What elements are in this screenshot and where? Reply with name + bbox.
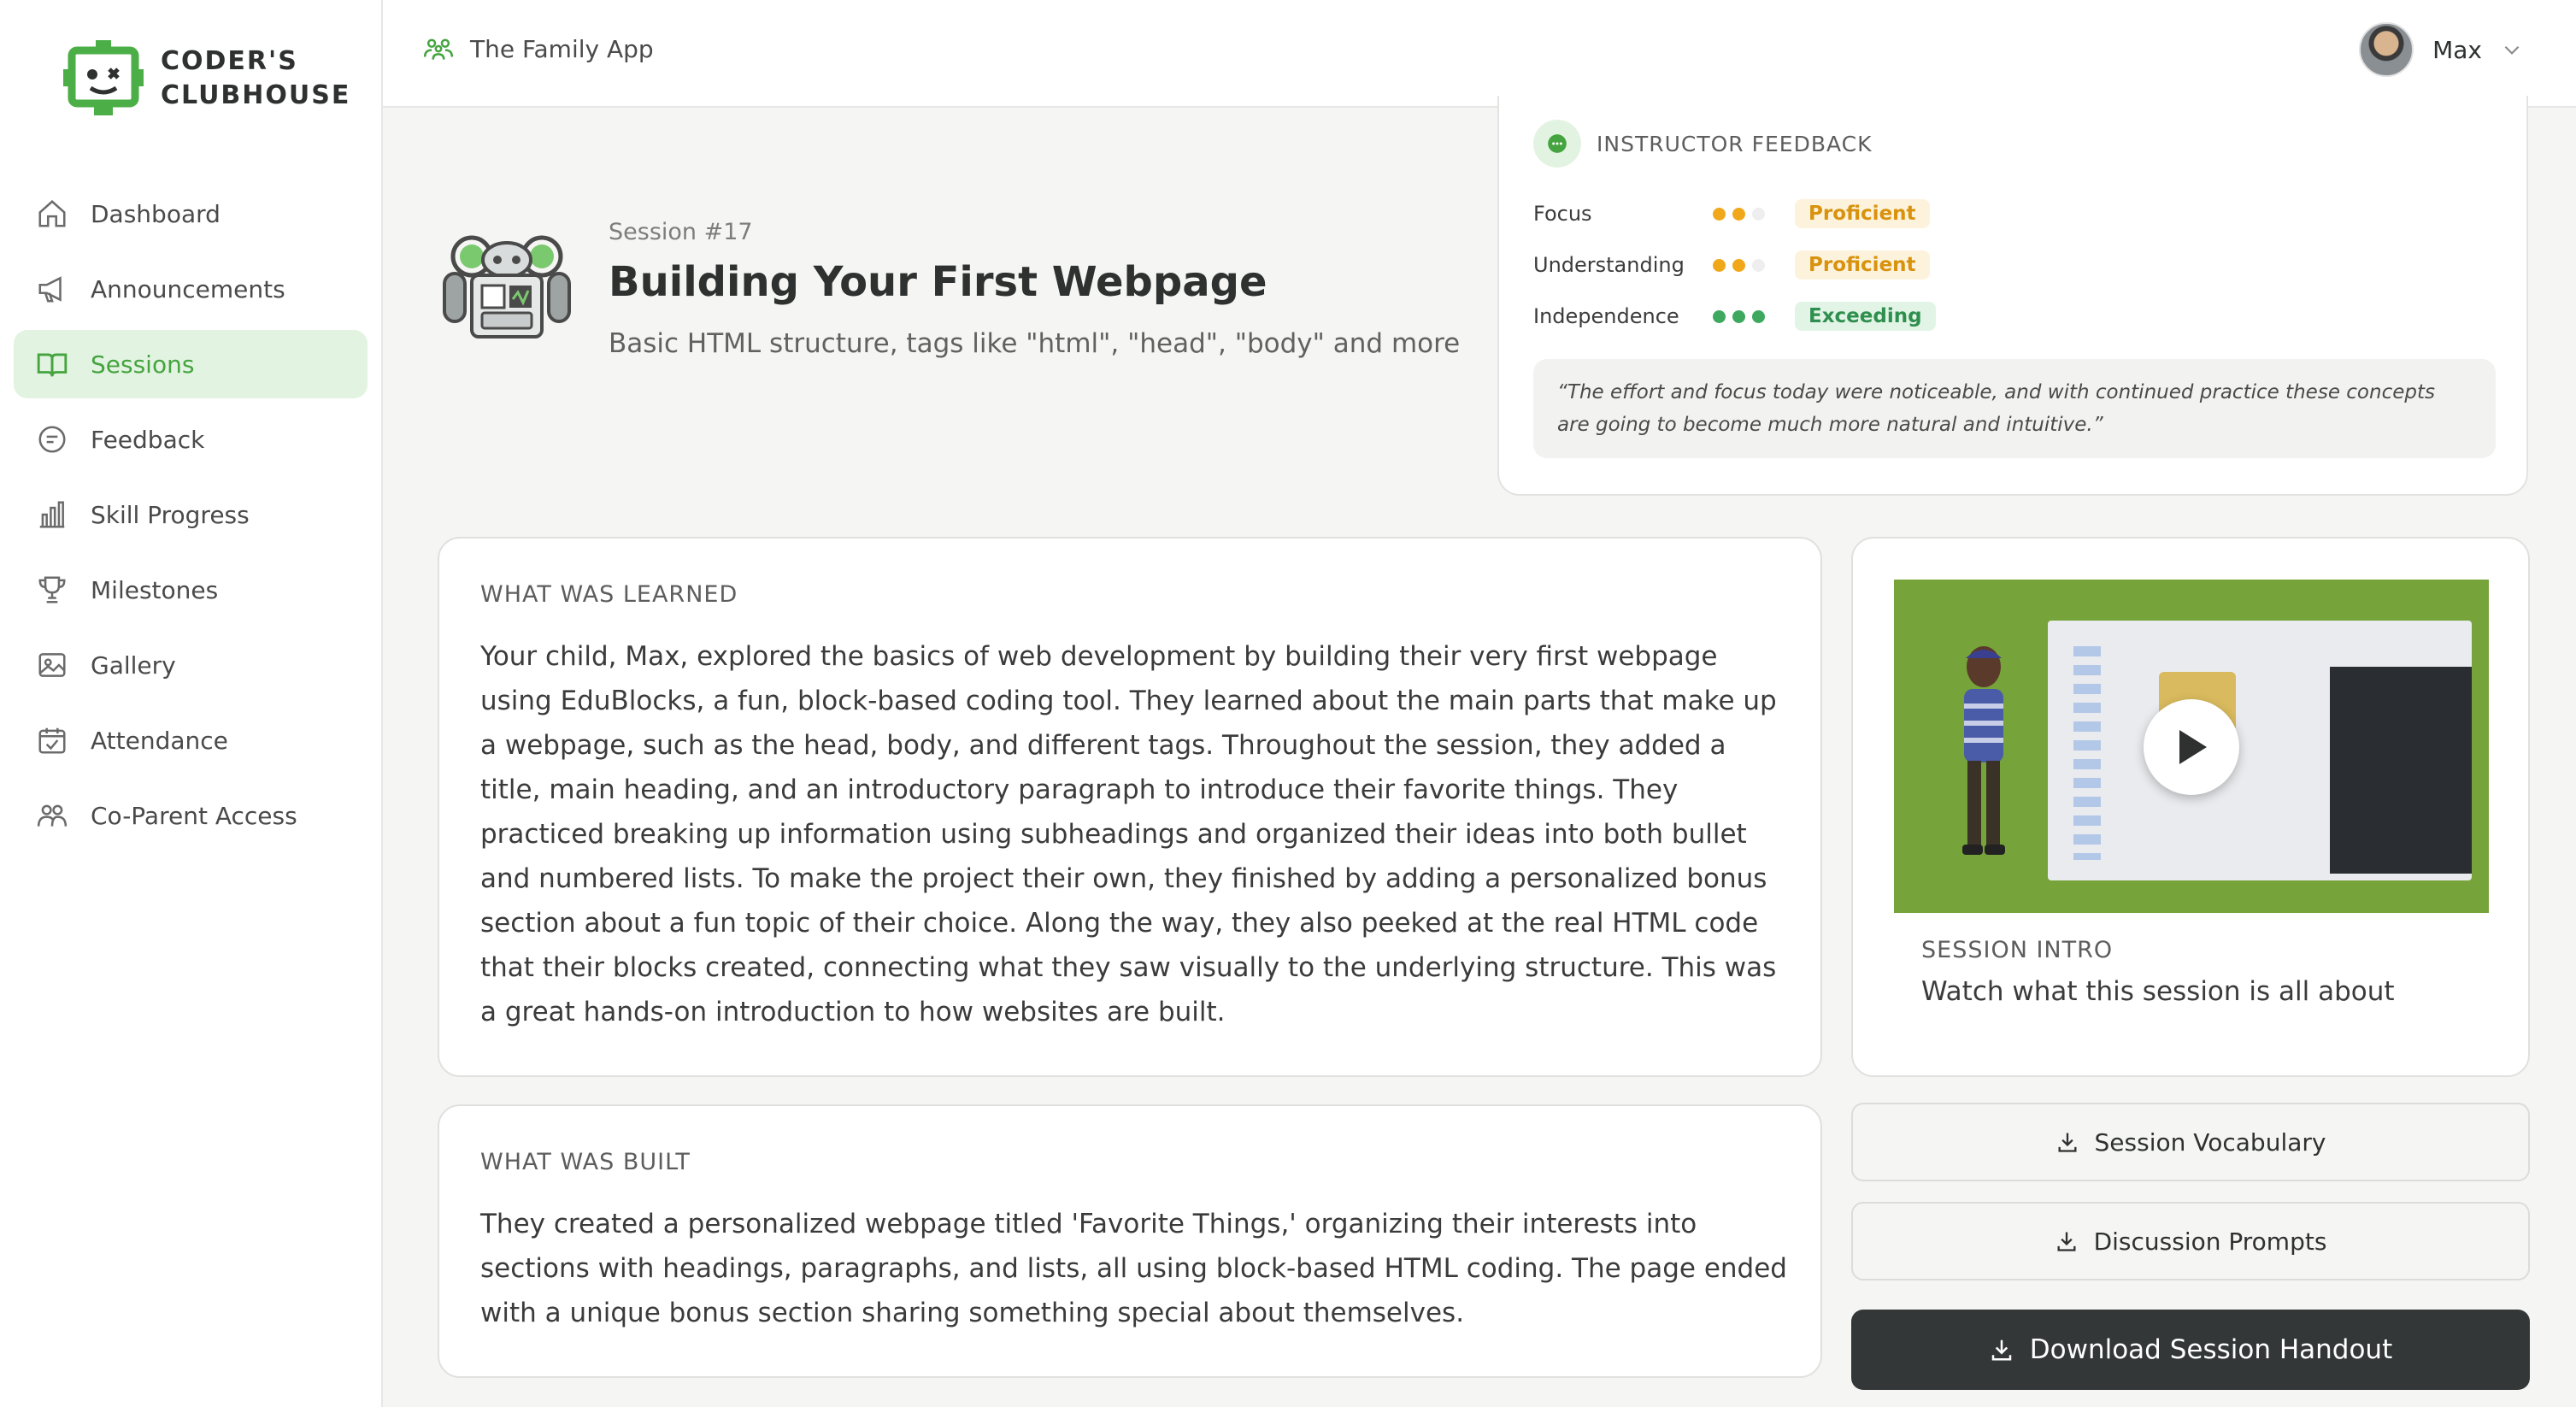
feedback-title: INSTRUCTOR FEEDBACK: [1597, 131, 1873, 156]
sidebar-item-label: Announcements: [91, 274, 285, 303]
rating-dots: [1713, 207, 1795, 221]
card-label: WHAT WAS LEARNED: [480, 581, 738, 608]
rating-dot: [1752, 309, 1765, 323]
thumbnail-code-panel: [2330, 667, 2472, 874]
book-icon: [37, 353, 68, 377]
video-thumbnail-screen: [2048, 621, 2472, 880]
sidebar-item-skill-progress[interactable]: Skill Progress: [14, 480, 368, 549]
download-icon: [1991, 1339, 2011, 1361]
user-name: Max: [2432, 35, 2482, 64]
session-subtitle: Basic HTML structure, tags like "html", …: [609, 328, 1461, 359]
chevron-down-icon: [2504, 45, 2520, 55]
discussion-prompts-button[interactable]: Discussion Prompts: [1851, 1202, 2530, 1280]
sidebar-item-label: Co-Parent Access: [91, 801, 297, 830]
instructor-quote: “The effort and focus today were noticea…: [1533, 359, 2496, 458]
chat-icon: [38, 426, 66, 453]
status-badge: Proficient: [1795, 199, 1930, 228]
user-menu[interactable]: Max: [2359, 22, 2523, 77]
family-icon: [423, 38, 454, 60]
button-label: Download Session Handout: [2029, 1334, 2393, 1365]
rating-dot: [1732, 309, 1745, 323]
thumbnail-block-list: [2073, 638, 2101, 860]
sidebar-item-feedback[interactable]: Feedback: [14, 405, 368, 474]
rating-dots: [1713, 309, 1795, 323]
feedback-row-focus: Focus Proficient: [1533, 197, 1930, 231]
logo-robot-icon: [63, 38, 144, 119]
sidebar-item-label: Dashboard: [91, 199, 221, 228]
megaphone-icon: [38, 276, 62, 303]
logo[interactable]: CODER'S CLUBHOUSE: [63, 36, 349, 121]
session-number: Session #17: [609, 219, 753, 245]
sidebar-item-label: Gallery: [91, 651, 176, 680]
feedback-row-understanding: Understanding Proficient: [1533, 248, 1930, 282]
bar-chart-icon: [39, 501, 65, 528]
rating-dot: [1732, 258, 1745, 272]
feedback-row-independence: Independence Exceeding: [1533, 299, 1936, 333]
play-icon: [2179, 730, 2207, 764]
character-figure: [1962, 646, 2005, 855]
users-icon: [37, 804, 68, 827]
what-was-built-card: WHAT WAS BUILT They created a personaliz…: [438, 1104, 1822, 1378]
sidebar-item-label: Attendance: [91, 726, 228, 755]
robot-mascot-icon: [438, 231, 576, 344]
feedback-label: Focus: [1533, 202, 1592, 226]
instructor-feedback-card: INSTRUCTOR FEEDBACK Focus Proficient Und…: [1497, 96, 2528, 496]
sidebar-item-co-parent-access[interactable]: Co-Parent Access: [14, 781, 368, 850]
sidebar-item-milestones[interactable]: Milestones: [14, 556, 368, 624]
rating-dots: [1713, 258, 1795, 272]
trophy-icon: [38, 576, 66, 603]
session-vocabulary-button[interactable]: Session Vocabulary: [1851, 1103, 2530, 1181]
logo-line-2: CLUBHOUSE: [161, 80, 351, 110]
sidebar-item-announcements[interactable]: Announcements: [14, 255, 368, 323]
button-label: Discussion Prompts: [2093, 1227, 2327, 1256]
rating-dot: [1752, 258, 1765, 272]
download-icon: [2057, 1232, 2076, 1251]
feedback-chat-icon: [1533, 120, 1581, 168]
video-subtitle: Watch what this session is all about: [1921, 976, 2395, 1007]
feedback-label: Independence: [1533, 304, 1679, 328]
rating-dot: [1732, 207, 1745, 221]
family-app-link[interactable]: The Family App: [422, 32, 654, 65]
topbar: The Family App Max: [383, 0, 2576, 108]
download-icon: [2058, 1133, 2077, 1152]
sidebar-item-label: Milestones: [91, 575, 219, 604]
card-label: WHAT WAS BUILT: [480, 1149, 691, 1175]
sidebar-item-sessions[interactable]: Sessions: [14, 330, 368, 398]
button-label: Session Vocabulary: [2094, 1127, 2326, 1157]
what-was-learned-card: WHAT WAS LEARNED Your child, Max, explor…: [438, 537, 1822, 1077]
rating-dot: [1713, 309, 1726, 323]
image-icon: [38, 653, 66, 677]
calendar-check-icon: [38, 727, 66, 754]
sidebar-item-label: Skill Progress: [91, 500, 250, 529]
rating-dot: [1752, 207, 1765, 221]
sidebar-item-dashboard[interactable]: Dashboard: [14, 180, 368, 248]
video-label: SESSION INTRO: [1921, 937, 2114, 963]
rating-dot: [1713, 207, 1726, 221]
avatar: [2359, 22, 2414, 77]
built-body: They created a personalized webpage titl…: [480, 1209, 1787, 1328]
learned-body: Your child, Max, explored the basics of …: [480, 641, 1777, 1027]
video-player[interactable]: [1894, 580, 2489, 913]
rating-dot: [1713, 258, 1726, 272]
play-button[interactable]: [2144, 699, 2239, 795]
logo-line-1: CODER'S: [161, 46, 298, 76]
sidebar-item-gallery[interactable]: Gallery: [14, 631, 368, 699]
sidebar-item-label: Feedback: [91, 425, 205, 454]
sidebar-nav: Dashboard Announcements Sessions Feedbac…: [14, 180, 368, 857]
session-intro-card: SESSION INTRO Watch what this session is…: [1851, 537, 2530, 1077]
sidebar-item-attendance[interactable]: Attendance: [14, 706, 368, 774]
app-name: The Family App: [470, 34, 654, 63]
status-badge: Exceeding: [1795, 302, 1936, 331]
status-badge: Proficient: [1795, 250, 1930, 280]
home-icon: [38, 200, 66, 227]
feedback-label: Understanding: [1533, 253, 1685, 277]
sidebar-item-label: Sessions: [91, 350, 195, 379]
download-handout-button[interactable]: Download Session Handout: [1851, 1310, 2530, 1390]
page-title: Building Your First Webpage: [609, 258, 1267, 306]
sidebar: CODER'S CLUBHOUSE Dashboard Announcement…: [0, 0, 383, 1407]
